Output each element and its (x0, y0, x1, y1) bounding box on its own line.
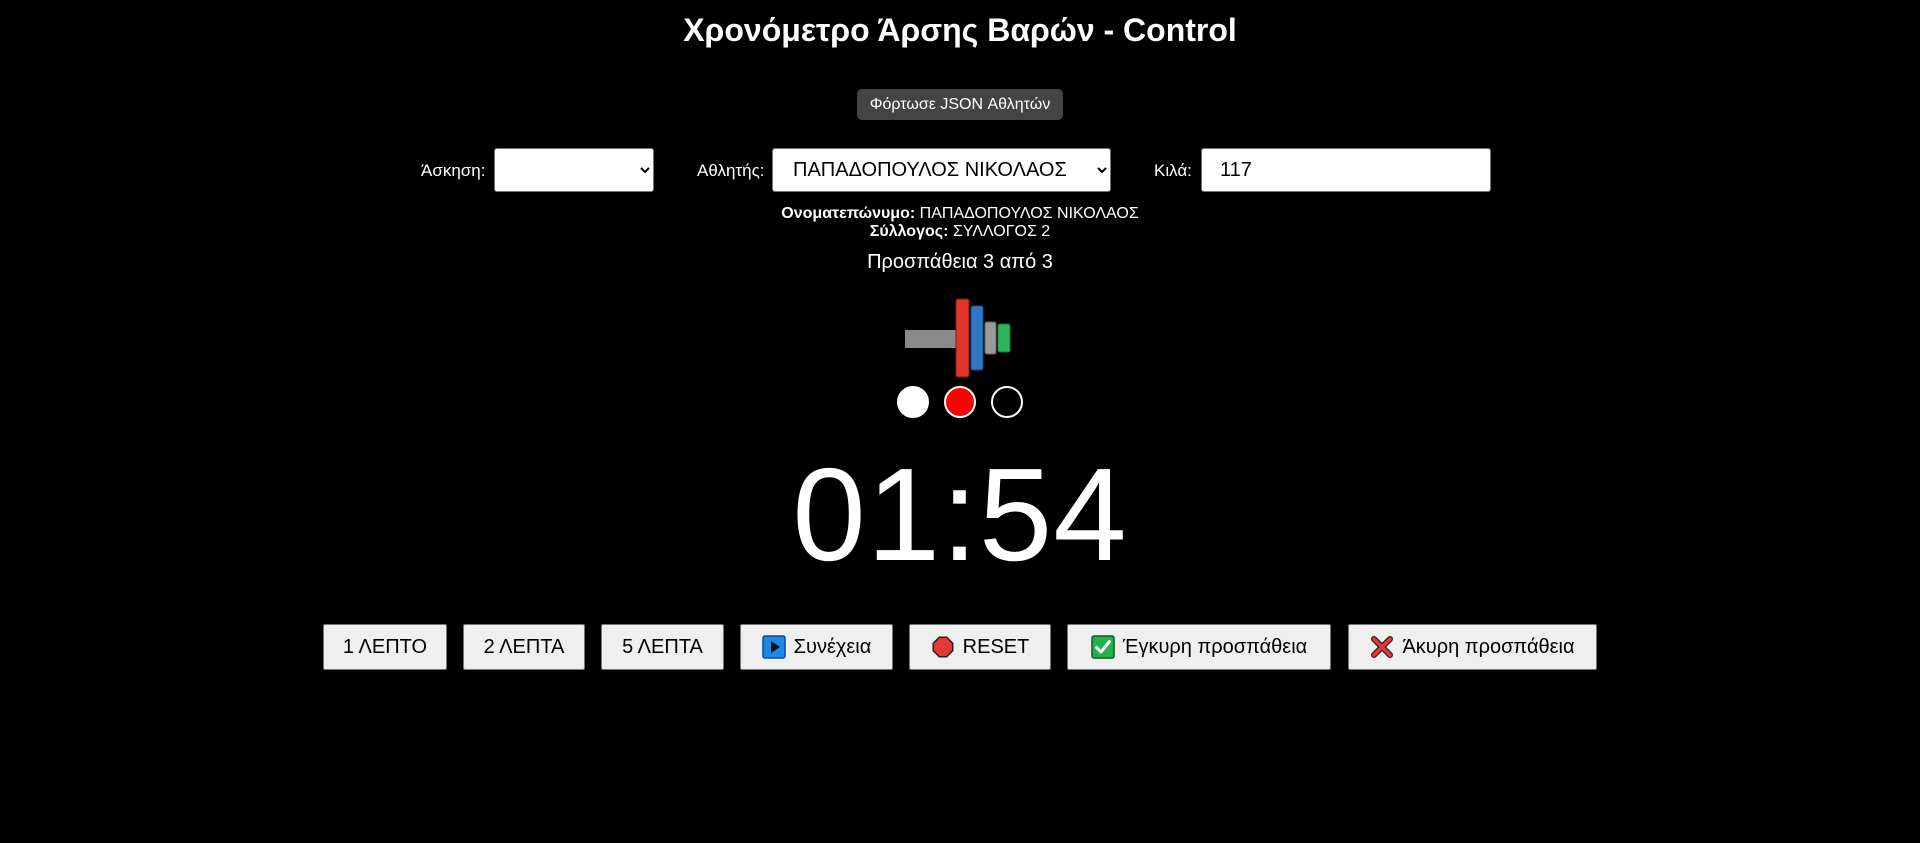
page-title: Χρονόμετρο Άρσης Βαρών - Control (683, 12, 1237, 48)
judge-light-left (897, 386, 929, 418)
plate-red (955, 298, 970, 378)
judge-light-right (991, 386, 1023, 418)
attempt-counter: Προσπάθεια 3 από 3 (867, 251, 1053, 273)
one-minute-label: 1 ΛΕΠΤΟ (342, 635, 428, 658)
athlete-club-value: ΣΥΛΛΟΓΟΣ 2 (952, 223, 1051, 240)
plate-blue (970, 305, 984, 371)
athlete-name-value: ΠΑΠΑΔΟΠΟΥΛΟΣ ΝΙΚΟΛΑΟΣ (919, 205, 1139, 222)
two-minutes-label: 2 ΛΕΠΤΑ (483, 635, 565, 658)
invalid-attempt-label: Άκυρη προσπάθεια (1402, 635, 1575, 658)
invalid-attempt-button[interactable]: Άκυρη προσπάθεια (1348, 624, 1597, 670)
kilos-label: Κιλά: (1154, 161, 1192, 180)
continue-label: Συνέχεια (793, 635, 872, 658)
plate-gray (984, 321, 997, 355)
timer-display: 01:54 (792, 441, 1128, 588)
five-minutes-button[interactable]: 5 ΛΕΠΤΑ (601, 624, 724, 670)
plate-green (997, 323, 1011, 353)
athlete-select[interactable]: ΠΑΠΑΔΟΠΟΥΛΟΣ ΝΙΚΟΛΑΟΣ (772, 148, 1111, 192)
judge-light-center (944, 386, 976, 418)
valid-attempt-button[interactable]: Έγκυρη προσπάθεια (1067, 624, 1331, 670)
barbell-icon (905, 298, 1011, 378)
load-json-button[interactable]: Φόρτωσε JSON Αθλητών (857, 89, 1063, 120)
one-minute-button[interactable]: 1 ΛΕΠΤΟ (323, 624, 447, 670)
control-page: Χρονόμετρο Άρσης Βαρών - Control Φόρτωσε… (0, 0, 1920, 843)
exercise-label: Άσκηση: (421, 161, 486, 180)
check-mark-icon (1091, 635, 1115, 659)
reset-button[interactable]: RESET (909, 624, 1051, 670)
barbell-sleeve (905, 330, 957, 348)
play-icon (761, 635, 786, 659)
athlete-name-label: Ονοματεπώνυμο: (781, 205, 916, 222)
continue-button[interactable]: Συνέχεια (740, 624, 893, 670)
cross-mark-icon (1371, 636, 1394, 658)
athlete-club-line: Σύλλογος: ΣΥΛΛΟΓΟΣ 2 (0, 223, 1920, 241)
athlete-name-line: Ονοματεπώνυμο: ΠΑΠΑΔΟΠΟΥΛΟΣ ΝΙΚΟΛΑΟΣ (0, 205, 1920, 223)
stop-sign-icon (932, 636, 954, 658)
exercise-select[interactable] (494, 148, 654, 192)
two-minutes-button[interactable]: 2 ΛΕΠΤΑ (463, 624, 585, 670)
five-minutes-label: 5 ΛΕΠΤΑ (622, 635, 703, 658)
kilos-input[interactable] (1201, 148, 1491, 192)
athlete-label: Αθλητής: (697, 161, 765, 180)
reset-label: RESET (962, 635, 1030, 658)
valid-attempt-label: Έγκυρη προσπάθεια (1122, 635, 1308, 658)
athlete-club-label: Σύλλογος: (869, 223, 949, 240)
